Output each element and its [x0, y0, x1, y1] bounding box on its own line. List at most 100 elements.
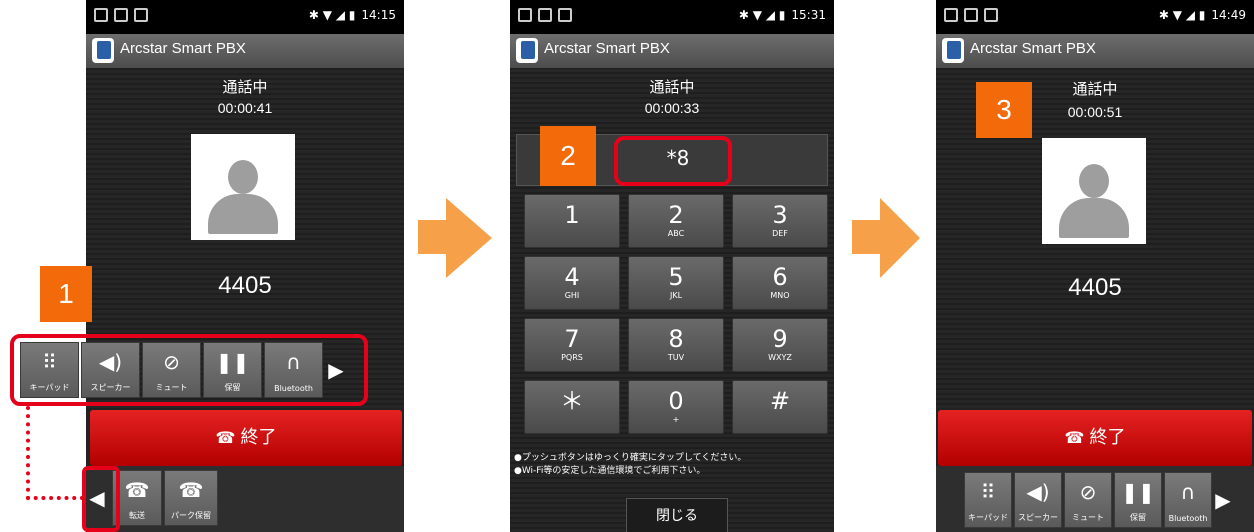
status-bar: ✱ ▼ ◢ ▮ 15:31	[510, 0, 834, 34]
app-title: Arcstar Smart PBX	[544, 40, 670, 57]
keypad-key-letters: ABC	[667, 229, 685, 238]
keypad-key-digit: 2	[668, 201, 684, 229]
app-bar: Arcstar Smart PBX	[936, 34, 1254, 69]
keypad-key-letters: JKL	[669, 291, 683, 300]
phone-screen-3: ✱ ▼ ◢ ▮ 14:49 Arcstar Smart PBX 通話中 00:00…	[936, 0, 1254, 532]
keypad-icon: ⠿	[980, 480, 996, 504]
app-title: Arcstar Smart PBX	[970, 40, 1096, 57]
caller-number: 4405	[218, 272, 272, 299]
park-hold-label: パーク保留	[171, 511, 211, 520]
hold-label: 保留	[1130, 513, 1146, 522]
avatar	[1042, 138, 1146, 244]
keypad-key-letters: TUV	[667, 353, 685, 362]
hangup-icon: ☎	[1064, 428, 1085, 447]
call-status: 通話中	[222, 79, 268, 96]
headphones-icon: ∩	[1180, 480, 1196, 504]
keypad-key-letters: MNO	[770, 291, 790, 300]
app-logo-icon	[92, 38, 114, 63]
keypad-key[interactable]: 6 MNO	[732, 256, 828, 310]
call-timer: 00:00:33	[644, 100, 700, 116]
keypad-button[interactable]: ⠿ キーパッド	[964, 472, 1012, 528]
keypad-key[interactable]: 9 WXYZ	[732, 318, 828, 372]
mute-icon: ⊘	[1079, 480, 1097, 504]
end-call-button[interactable]: ☎ 終了	[938, 410, 1252, 466]
keypad-key-digit: 3	[772, 201, 788, 229]
caller-number: 4405	[1068, 274, 1122, 301]
keypad-key[interactable]: 5 JKL	[628, 256, 724, 310]
keypad-key[interactable]: 1	[524, 194, 620, 248]
close-button[interactable]: 閉じる	[626, 498, 728, 532]
flow-arrow-1-head	[446, 198, 492, 278]
flow-arrow-1	[418, 220, 446, 254]
clock: 14:49	[1211, 8, 1246, 22]
app-logo-icon	[942, 38, 964, 63]
park-hold-button[interactable]: ☎ パーク保留	[164, 470, 218, 526]
speaker-button[interactable]: ◀) スピーカー	[1014, 472, 1062, 528]
notification-icon	[114, 8, 128, 22]
hold-button[interactable]: ❚❚ 保留	[1114, 472, 1162, 528]
app-bar: Arcstar Smart PBX	[86, 34, 404, 69]
transfer-label: 転送	[129, 511, 145, 520]
keypad-key-letters: GHI	[564, 291, 580, 300]
app-title: Arcstar Smart PBX	[120, 40, 246, 57]
clock: 14:15	[361, 8, 396, 22]
status-bar: ✱ ▼ ◢ ▮ 14:15	[86, 0, 404, 34]
keypad-note-2: ●Wi-Fi等の安定した通信環境でご利用下さい。	[514, 466, 706, 476]
end-call-label: 終了	[240, 427, 277, 448]
keypad-key[interactable]: #	[732, 380, 828, 434]
phone-screen-1: ✱ ▼ ◢ ▮ 14:15 Arcstar Smart PBX 通話中 00:00…	[86, 0, 404, 532]
keypad-key[interactable]: 8 TUV	[628, 318, 724, 372]
keypad-key[interactable]: 0 +	[628, 380, 724, 434]
sub-toolbar: ◀ ☎ 転送 ☎ パーク保留	[86, 466, 404, 532]
keypad-key[interactable]: 3 DEF	[732, 194, 828, 248]
signal-icons: ✱ ▼ ◢ ▮	[738, 8, 786, 22]
keypad-key-letters: +	[672, 415, 680, 424]
signal-icons: ✱ ▼ ◢ ▮	[308, 8, 356, 22]
gallery-icon	[944, 8, 958, 22]
app-logo-icon	[516, 38, 538, 63]
step-1-badge: 1	[40, 266, 92, 322]
toolbar-next-arrow-icon[interactable]: ▶	[1214, 472, 1232, 528]
pause-icon: ❚❚	[1121, 480, 1155, 504]
mute-label: ミュート	[1072, 513, 1104, 522]
keypad-key[interactable]: 7 PQRS	[524, 318, 620, 372]
clock: 15:31	[791, 8, 826, 22]
notification-icon	[964, 8, 978, 22]
flow-arrow-2-head	[880, 198, 920, 278]
keypad-key-digit: 6	[772, 263, 788, 291]
keypad-key-letters: PQRS	[561, 353, 583, 362]
keypad-key[interactable]: 4 GHI	[524, 256, 620, 310]
bluetooth-button[interactable]: ∩ Bluetooth	[1164, 472, 1212, 528]
call-toolbar: ⠿ キーパッド ◀) スピーカー ⊘ ミュート ❚❚ 保留 ∩ Bluetooth ▶	[964, 472, 1232, 528]
dotted-connector	[26, 406, 30, 500]
speaker-label: スピーカー	[1018, 513, 1058, 522]
highlight-toolbar	[10, 334, 368, 406]
keypad-key-digit: 0	[668, 387, 684, 415]
bluetooth-label: Bluetooth	[1168, 514, 1208, 523]
keypad-key-digit: 8	[668, 325, 684, 353]
gallery-icon	[518, 8, 532, 22]
keypad-key[interactable]: 2 ABC	[628, 194, 724, 248]
keypad-note-1: ●プッシュボタンはゆっくり確実にタップしてください。	[514, 453, 747, 463]
end-call-button[interactable]: ☎ 終了	[90, 410, 402, 466]
call-timer: 00:00:41	[217, 100, 273, 116]
transfer-icon: ☎	[124, 478, 150, 502]
keypad-key[interactable]: ＊	[524, 380, 620, 434]
keypad-key-digit: 9	[772, 325, 788, 353]
keypad-key-letters: DEF	[772, 229, 788, 238]
flow-arrow-2	[852, 220, 880, 254]
app-bar: Arcstar Smart PBX	[510, 34, 834, 69]
keypad-label: キーパッド	[968, 513, 1008, 522]
keypad-key-digit: 5	[668, 263, 684, 291]
hangup-icon: ☎	[215, 428, 236, 447]
highlight-back-arrow	[82, 466, 120, 532]
keypad-key-digit: 1	[564, 201, 580, 229]
keypad-key-letters: WXYZ	[768, 353, 792, 362]
call-toolbar-area: ⠿ キーパッド ◀) スピーカー ⊘ ミュート ❚❚ 保留 ∩ Bluetooth ▶	[936, 466, 1254, 532]
app-notification-icon	[134, 8, 148, 22]
dotted-connector-horizontal	[26, 496, 84, 500]
mute-button[interactable]: ⊘ ミュート	[1064, 472, 1112, 528]
keypad-key-digit: 4	[564, 263, 580, 291]
notification-icon	[538, 8, 552, 22]
keypad-key-digit: 7	[564, 325, 580, 353]
